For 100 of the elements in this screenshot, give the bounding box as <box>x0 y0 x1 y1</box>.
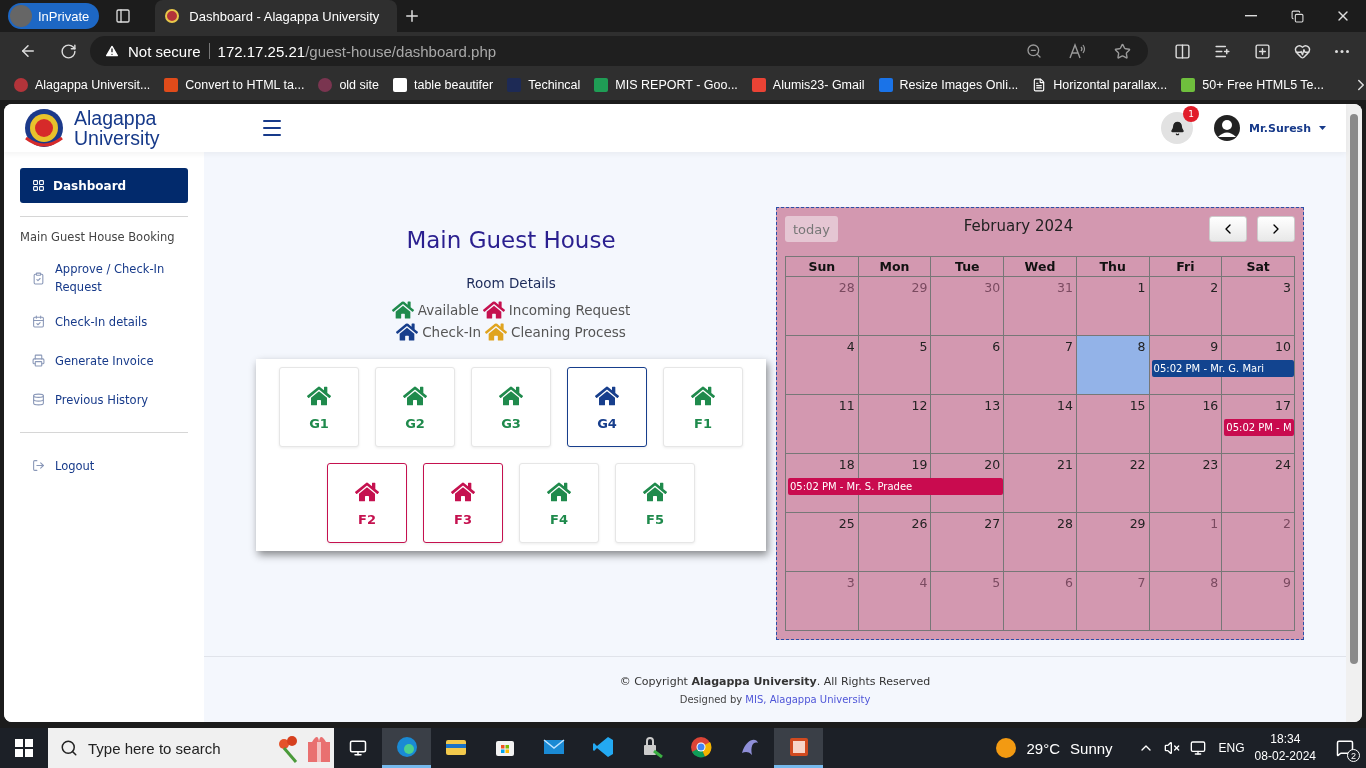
calendar-day[interactable]: 4 <box>786 336 859 395</box>
legend-label: Cleaning Process <box>511 324 626 340</box>
day-number: 8 <box>1210 575 1219 590</box>
sidebar-link[interactable]: Approve / Check-In Request <box>20 254 188 302</box>
room-card[interactable]: F3 <box>423 463 503 543</box>
bookmark-link[interactable]: Alumis23- Gmail <box>751 78 865 92</box>
bookmark-link[interactable]: Horizontal parallax... <box>1032 78 1168 92</box>
calendar-event[interactable]: 05:02 PM - Mr. S. Pradee <box>788 478 1004 495</box>
weekday-header: Tue <box>931 257 1005 277</box>
caret-icon <box>1319 126 1326 130</box>
brand-name: Alagappa University <box>74 108 160 148</box>
calendar-day[interactable]: 29 <box>1076 513 1150 572</box>
calendar-day[interactable]: 28 <box>1004 513 1077 572</box>
calendar-day[interactable]: 22 <box>1076 454 1150 513</box>
day-number: 14 <box>1056 398 1073 413</box>
calendar-day[interactable]: 13 <box>931 395 1005 454</box>
day-number: 1 <box>1210 516 1219 531</box>
calendar-check-icon <box>32 315 45 328</box>
clipboard-check-icon <box>32 271 45 285</box>
calendar-day[interactable]: 27 <box>931 513 1005 572</box>
code-editor-icon <box>590 734 615 759</box>
notification-count: 1 <box>1183 106 1199 122</box>
taskbar-clock[interactable]: 18:34 08-02-2024 <box>1254 731 1316 765</box>
scrollbar-thumb[interactable] <box>1350 114 1358 664</box>
language-indicator[interactable]: ENG <box>1218 741 1245 755</box>
document-icon <box>1032 78 1047 92</box>
day-number: 9 <box>1283 575 1291 590</box>
weekday-header: Thu <box>1076 257 1150 277</box>
weekday-header: Mon <box>858 257 932 277</box>
day-number: 8 <box>1137 339 1146 354</box>
calendar-day[interactable]: 8 <box>1076 336 1150 395</box>
browser-tab[interactable]: Dashboard - Alagappa University <box>155 0 398 32</box>
logout-link[interactable]: Logout <box>20 446 188 485</box>
address-bar[interactable]: Not secure 172.17.25.21/guest-house/dashboard.php <box>90 36 1148 66</box>
bookmark-link[interactable]: MIS REPORT - Goo... <box>594 78 738 92</box>
url-text[interactable]: 172.17.25.21/guest-house/dashboard.php <box>217 42 1008 60</box>
bell-icon <box>1169 120 1185 136</box>
notifications-button[interactable] <box>1161 112 1193 144</box>
calendar-day[interactable]: 25 <box>786 513 859 572</box>
calendar-event[interactable]: 05:02 PM - Mr. G. Mari <box>1151 360 1294 377</box>
calendar-day[interactable]: 26 <box>858 513 932 572</box>
bookmark-link[interactable]: Resize Images Onli... <box>878 78 1019 92</box>
room-card[interactable]: G4 <box>567 367 647 447</box>
emblem-logo <box>22 106 66 150</box>
bookmark-link[interactable]: Alagappa Universit... <box>14 78 151 92</box>
calendar-day[interactable]: 5 <box>858 336 932 395</box>
sidebar-link[interactable]: Generate Invoice <box>20 341 188 380</box>
calendar-day[interactable]: 12 <box>858 395 932 454</box>
bookmark-link[interactable]: old site <box>318 78 379 92</box>
bookmark-link[interactable]: Convert to HTML ta... <box>164 78 305 92</box>
calendar-day[interactable]: 2 <box>1149 277 1223 336</box>
favicon-icon <box>14 78 28 92</box>
browser-icon <box>394 734 419 759</box>
notifications-button[interactable]: 2 <box>1330 733 1360 763</box>
favicon-icon <box>878 78 893 92</box>
calendar-day[interactable]: 6 <box>931 336 1005 395</box>
sidebar-link[interactable]: Dashboard <box>20 168 188 203</box>
refresh-icon <box>59 42 77 60</box>
room-card[interactable]: G1 <box>279 367 359 447</box>
calendar-day[interactable]: 24 <box>1222 454 1295 513</box>
bookmark-link[interactable]: Techincal <box>507 78 581 92</box>
weekday-header: Fri <box>1149 257 1223 277</box>
room-card[interactable]: F1 <box>663 367 743 447</box>
message-icon <box>1336 738 1354 758</box>
profile-button[interactable]: InPrivate <box>8 3 100 29</box>
day-number: 9 <box>1210 339 1219 354</box>
taskbar-app-button[interactable] <box>774 728 823 768</box>
room-card[interactable]: G3 <box>471 367 551 447</box>
calendar-day[interactable]: 15 <box>1076 395 1150 454</box>
notification-count: 2 <box>1347 749 1360 762</box>
bookmark-link[interactable]: 50+ Free HTML5 Te... <box>1181 78 1324 92</box>
calendar-day[interactable]: 7 <box>1004 336 1077 395</box>
bookmark-link[interactable]: table beautifer <box>393 78 494 92</box>
sidebar-link[interactable]: Check-In details <box>20 302 188 341</box>
user-menu[interactable]: Mr.Suresh <box>1207 113 1332 143</box>
calendar-event[interactable]: 05:02 PM - M <box>1224 419 1294 436</box>
day-number: 7 <box>1064 339 1073 354</box>
calendar-day[interactable]: 23 <box>1149 454 1223 513</box>
day-number: 6 <box>992 339 1001 354</box>
calendar-day[interactable]: 21 <box>1004 454 1077 513</box>
room-card[interactable]: F4 <box>519 463 599 543</box>
calendar-day[interactable]: 16 <box>1149 395 1223 454</box>
room-card[interactable]: F2 <box>327 463 407 543</box>
day-number: 5 <box>919 339 928 354</box>
favicon-icon <box>164 78 179 92</box>
sidebar-link[interactable]: Previous History <box>20 380 188 419</box>
next-month-button[interactable] <box>1257 216 1295 242</box>
calendar-day[interactable]: 11 <box>786 395 859 454</box>
day-number: 16 <box>1202 398 1219 413</box>
credit-link[interactable]: MIS, Alagappa University <box>745 693 871 705</box>
day-number: 25 <box>838 516 855 531</box>
security-warning[interactable]: Not secure <box>128 42 201 60</box>
previous-month-button[interactable] <box>1209 216 1247 242</box>
taskbar-search-field[interactable]: Type here to search <box>48 728 334 768</box>
calendar-day[interactable]: 14 <box>1004 395 1077 454</box>
room-card[interactable]: F5 <box>615 463 695 543</box>
day-number: 23 <box>1202 457 1219 472</box>
calendar-day[interactable]: 3 <box>1222 277 1295 336</box>
day-number: 13 <box>984 398 1001 413</box>
room-card[interactable]: G2 <box>375 367 455 447</box>
